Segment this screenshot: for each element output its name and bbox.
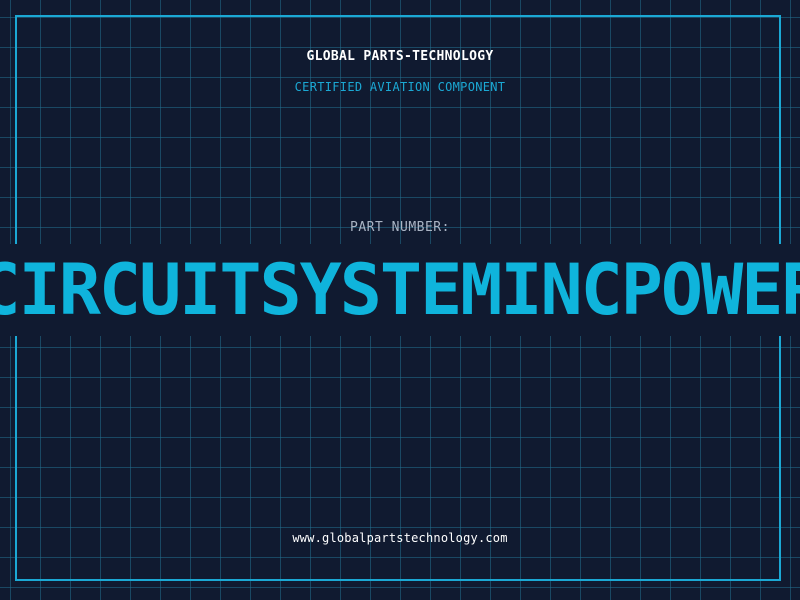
certificate-card: GLOBAL PARTS-TECHNOLOGY CERTIFIED AVIATI… <box>0 0 800 600</box>
website-url: www.globalpartstechnology.com <box>292 531 508 545</box>
part-number-value: CIRCUITSYSTEMINCPOWER <box>0 249 800 331</box>
company-name: GLOBAL PARTS-TECHNOLOGY <box>306 49 494 64</box>
certification-subtitle: CERTIFIED AVIATION COMPONENT <box>294 80 506 94</box>
part-number-label: PART NUMBER: <box>350 220 450 235</box>
